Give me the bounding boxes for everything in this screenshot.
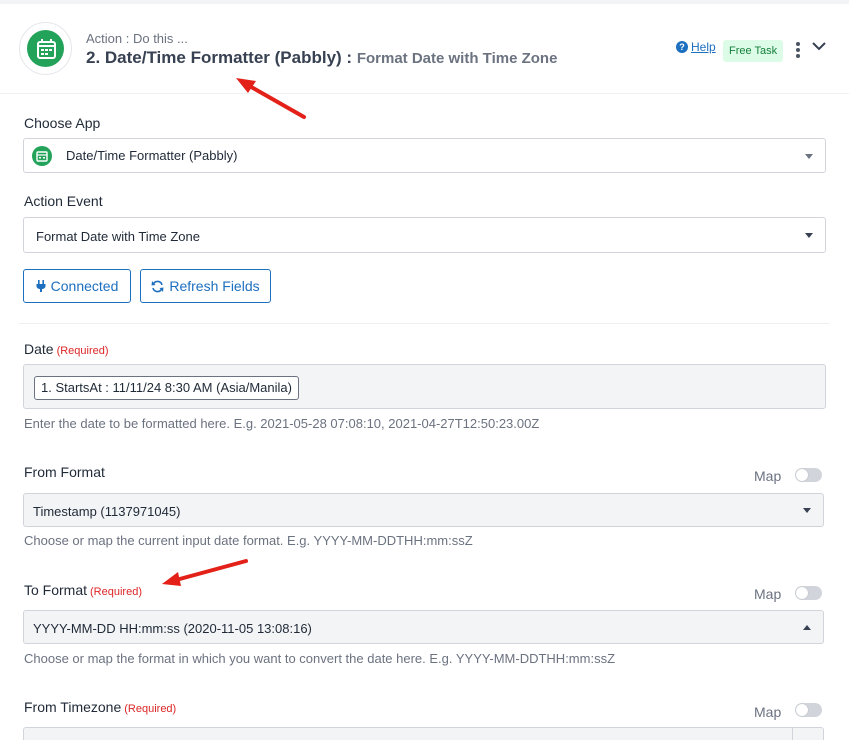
action-event-select[interactable]: Format Date with Time Zone (23, 217, 826, 253)
from-timezone-label: From Timezone (Required) (24, 699, 176, 715)
date-help-text: Enter the date to be formatted here. E.g… (24, 416, 540, 431)
refresh-icon (151, 280, 164, 292)
section-divider (19, 323, 830, 324)
date-required-tag: (Required) (56, 345, 109, 357)
free-task-badge: Free Task (723, 40, 784, 62)
help-label: Help (691, 40, 716, 54)
kebab-menu-icon[interactable] (795, 42, 801, 60)
app-badge (19, 22, 72, 75)
choose-app-select[interactable]: Date/Time Formatter (Pabbly) (23, 138, 826, 173)
step-title-event: Format Date with Time Zone (356, 50, 558, 67)
caret-down-icon (805, 154, 813, 159)
refresh-fields-label: Refresh Fields (169, 278, 260, 294)
calendar-icon (37, 39, 56, 59)
from-format-map-toggle[interactable] (795, 468, 822, 482)
date-label: Date (Required) (24, 341, 109, 357)
plug-icon (36, 280, 46, 292)
from-timezone-select[interactable] (23, 727, 824, 740)
to-format-select[interactable]: YYYY-MM-DD HH:mm:ss (2020-11-05 13:08:16… (23, 610, 824, 644)
date-mapped-chip[interactable]: 1. StartsAt : 11/11/24 8:30 AM (Asia/Man… (34, 376, 299, 400)
action-event-value: Format Date with Time Zone (36, 229, 200, 244)
app-calendar-icon (32, 146, 52, 166)
question-icon: ? (676, 41, 688, 53)
choose-app-value: Date/Time Formatter (Pabbly) (66, 148, 238, 163)
from-timezone-map-toggle[interactable] (795, 703, 822, 717)
to-format-label-text: To Format (24, 582, 88, 598)
from-format-map-label: Map (754, 468, 782, 484)
from-format-help-text: Choose or map the current input date for… (24, 533, 473, 548)
to-format-help-text: Choose or map the format in which you wa… (24, 651, 616, 666)
to-format-value: YYYY-MM-DD HH:mm:ss (2020-11-05 13:08:16… (33, 621, 312, 636)
from-timezone-label-text: From Timezone (24, 699, 122, 715)
from-timezone-map-label: Map (754, 704, 782, 720)
chevron-down-icon[interactable] (812, 38, 826, 54)
annotation-arrow-to-format (162, 559, 248, 586)
to-format-required-tag: (Required) (90, 586, 142, 598)
from-format-label: From Format (24, 464, 105, 480)
from-format-select[interactable]: Timestamp (1137971045) (23, 493, 824, 527)
to-format-label: To Format (Required) (24, 582, 142, 598)
connected-button[interactable]: Connected (23, 269, 131, 303)
annotation-arrow-title (236, 78, 306, 119)
caret-down-icon (805, 233, 813, 238)
choose-app-label: Choose App (24, 115, 101, 131)
connected-label: Connected (50, 278, 119, 294)
from-timezone-required-tag: (Required) (124, 703, 177, 715)
action-event-label: Action Event (24, 193, 103, 209)
select-separator (792, 728, 793, 740)
from-format-value: Timestamp (1137971045) (33, 504, 181, 519)
step-title: 2. Date/Time Formatter (Pabbly) : Format… (86, 48, 557, 68)
caret-down-icon (803, 508, 811, 513)
action-step-header[interactable]: Action : Do this ... 2. Date/Time Format… (0, 4, 849, 94)
refresh-fields-button[interactable]: Refresh Fields (140, 269, 271, 303)
caret-up-icon (803, 625, 811, 630)
to-format-map-label: Map (754, 586, 782, 602)
step-subtitle: Action : Do this ... (86, 31, 188, 46)
help-link[interactable]: ? Help (676, 40, 716, 54)
step-title-app: 2. Date/Time Formatter (Pabbly) : (86, 48, 353, 67)
to-format-map-toggle[interactable] (795, 586, 822, 600)
date-label-text: Date (24, 341, 54, 357)
